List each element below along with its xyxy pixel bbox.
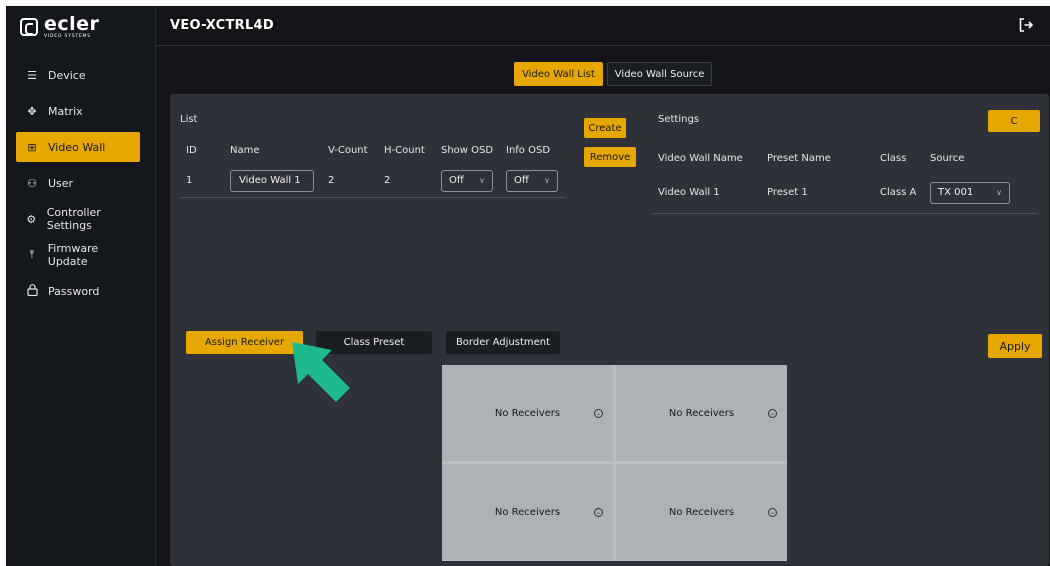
grid-icon: ⊞ xyxy=(27,140,37,154)
video-wall-list-table: ID Name V-Count H-Count Show OSD Info OS… xyxy=(180,136,566,198)
chevron-down-icon: ∨ xyxy=(996,188,1002,197)
preset-name-value: Preset 1 xyxy=(767,187,808,198)
sidebar-item-password[interactable]: Password xyxy=(16,276,140,306)
info-osd-value: Off xyxy=(514,175,529,186)
page-title: VEO-XCTRL4D xyxy=(170,18,274,33)
column-header: Name xyxy=(230,144,260,156)
v-count-value: 2 xyxy=(328,175,335,186)
sidebar-item-matrix[interactable]: ✥ Matrix xyxy=(16,96,140,126)
sidebar-item-label: Controller Settings xyxy=(46,206,101,232)
refresh-button[interactable]: C xyxy=(988,110,1040,132)
chevron-down-icon: ∨ xyxy=(544,176,550,185)
gear-icon: ⚙ xyxy=(26,212,37,226)
top-header: VEO-XCTRL4D xyxy=(156,6,1050,46)
video-wall-grid: No Receivers ⌄ No Receivers ⌄ No Receive… xyxy=(442,365,787,561)
video-wall-tabs: Video Wall List Video Wall Source xyxy=(514,62,713,86)
show-osd-select[interactable]: Off ∨ xyxy=(441,169,493,192)
column-header: ID xyxy=(186,144,197,156)
sidebar-item-device[interactable]: ☰ Device xyxy=(16,60,140,90)
column-header: Video Wall Name xyxy=(658,152,743,164)
chevron-down-icon: ∨ xyxy=(479,176,485,185)
list-title: List xyxy=(180,114,198,125)
sidebar-item-controller-settings[interactable]: ⚙ Controller Settings xyxy=(16,204,140,234)
sidebar-item-label: User xyxy=(48,176,74,190)
upload-icon: ⤒ xyxy=(29,248,35,261)
sidebar-item-label: Video Wall xyxy=(48,140,106,154)
chevron-circle-icon[interactable]: ⌄ xyxy=(594,508,603,517)
logo-word: ecler xyxy=(44,12,100,35)
settings-title: Settings xyxy=(658,114,700,125)
source-select[interactable]: TX 001 ∨ xyxy=(930,181,1010,204)
sidebar-item-user[interactable]: ⚇ User xyxy=(16,168,140,198)
sidebar-nav: ☰ Device ✥ Matrix ⊞ Video Wall ⚇ User ⚙ … xyxy=(16,60,140,312)
sidebar-item-label: Device xyxy=(48,68,86,82)
column-header: H-Count xyxy=(384,144,425,156)
column-header: V-Count xyxy=(328,144,368,156)
table-header: Video Wall Name Preset Name Class Source xyxy=(652,144,1038,172)
refresh-icon: C xyxy=(1010,115,1018,127)
wall-cell-label: No Receivers xyxy=(668,506,735,518)
lock-icon xyxy=(25,283,39,299)
wall-cell[interactable]: No Receivers ⌄ xyxy=(616,464,787,560)
row-id: 1 xyxy=(186,175,193,186)
remove-button[interactable]: Remove xyxy=(584,147,636,167)
border-adjustment-button[interactable]: Border Adjustment xyxy=(446,331,560,354)
logo-subtitle: VIDEO SYSTEMS xyxy=(44,33,91,39)
logout-icon[interactable] xyxy=(1018,17,1034,33)
assign-receiver-button[interactable]: Assign Receiver xyxy=(186,331,303,354)
settings-table: Video Wall Name Preset Name Class Source… xyxy=(652,144,1038,214)
wall-cell[interactable]: No Receivers ⌄ xyxy=(442,365,613,461)
column-header: Source xyxy=(930,152,965,164)
app-window: ecler VIDEO SYSTEMS ☰ Device ✥ Matrix ⊞ … xyxy=(6,6,1050,566)
chevron-circle-icon[interactable]: ⌄ xyxy=(594,409,603,418)
class-value: Class A xyxy=(880,187,917,198)
video-wall-panel: List ID Name V-Count H-Count Show OSD In… xyxy=(170,94,1049,566)
sidebar-item-label: Password xyxy=(48,284,100,298)
info-osd-select[interactable]: Off ∨ xyxy=(506,169,558,192)
video-wall-name-input[interactable]: Video Wall 1 xyxy=(230,169,314,192)
wall-cell-label: No Receivers xyxy=(494,407,561,419)
chevron-circle-icon[interactable]: ⌄ xyxy=(768,409,777,418)
create-button[interactable]: Create xyxy=(584,118,626,138)
table-row[interactable]: Video Wall 1 Preset 1 Class A TX 001 ∨ xyxy=(652,172,1038,214)
tab-video-wall-source[interactable]: Video Wall Source xyxy=(606,62,713,86)
sidebar-item-label: Matrix xyxy=(48,104,83,118)
sidebar-item-label: Firmware Update xyxy=(47,242,99,268)
apply-button[interactable]: Apply xyxy=(988,334,1042,358)
sidebar-item-firmware-update[interactable]: ⤒ Firmware Update xyxy=(16,240,140,270)
show-osd-value: Off xyxy=(449,175,464,186)
source-value: TX 001 xyxy=(938,187,974,198)
h-count-value: 2 xyxy=(384,175,391,186)
device-icon: ☰ xyxy=(27,68,37,82)
pointer-arrow-icon xyxy=(292,342,350,402)
wall-cell[interactable]: No Receivers ⌄ xyxy=(616,365,787,461)
column-header: Class xyxy=(880,152,907,164)
sidebar-item-video-wall[interactable]: ⊞ Video Wall xyxy=(16,132,140,162)
wall-cell-label: No Receivers xyxy=(494,506,561,518)
table-header: ID Name V-Count H-Count Show OSD Info OS… xyxy=(180,136,566,164)
column-header: Show OSD xyxy=(441,144,494,156)
ecler-logo: ecler VIDEO SYSTEMS xyxy=(20,12,100,39)
column-header: Preset Name xyxy=(767,152,831,164)
user-icon: ⚇ xyxy=(27,176,37,190)
logo-mark-icon xyxy=(20,18,38,36)
sidebar: ecler VIDEO SYSTEMS ☰ Device ✥ Matrix ⊞ … xyxy=(6,6,156,566)
table-row[interactable]: 1 Video Wall 1 2 2 Off ∨ Off ∨ xyxy=(180,164,566,198)
video-wall-name-value: Video Wall 1 xyxy=(658,187,720,198)
column-header: Info OSD xyxy=(506,144,551,156)
tab-video-wall-list[interactable]: Video Wall List xyxy=(514,62,603,86)
matrix-icon: ✥ xyxy=(27,104,37,118)
wall-cell[interactable]: No Receivers ⌄ xyxy=(442,464,613,560)
chevron-circle-icon[interactable]: ⌄ xyxy=(768,508,777,517)
wall-cell-label: No Receivers xyxy=(668,407,735,419)
